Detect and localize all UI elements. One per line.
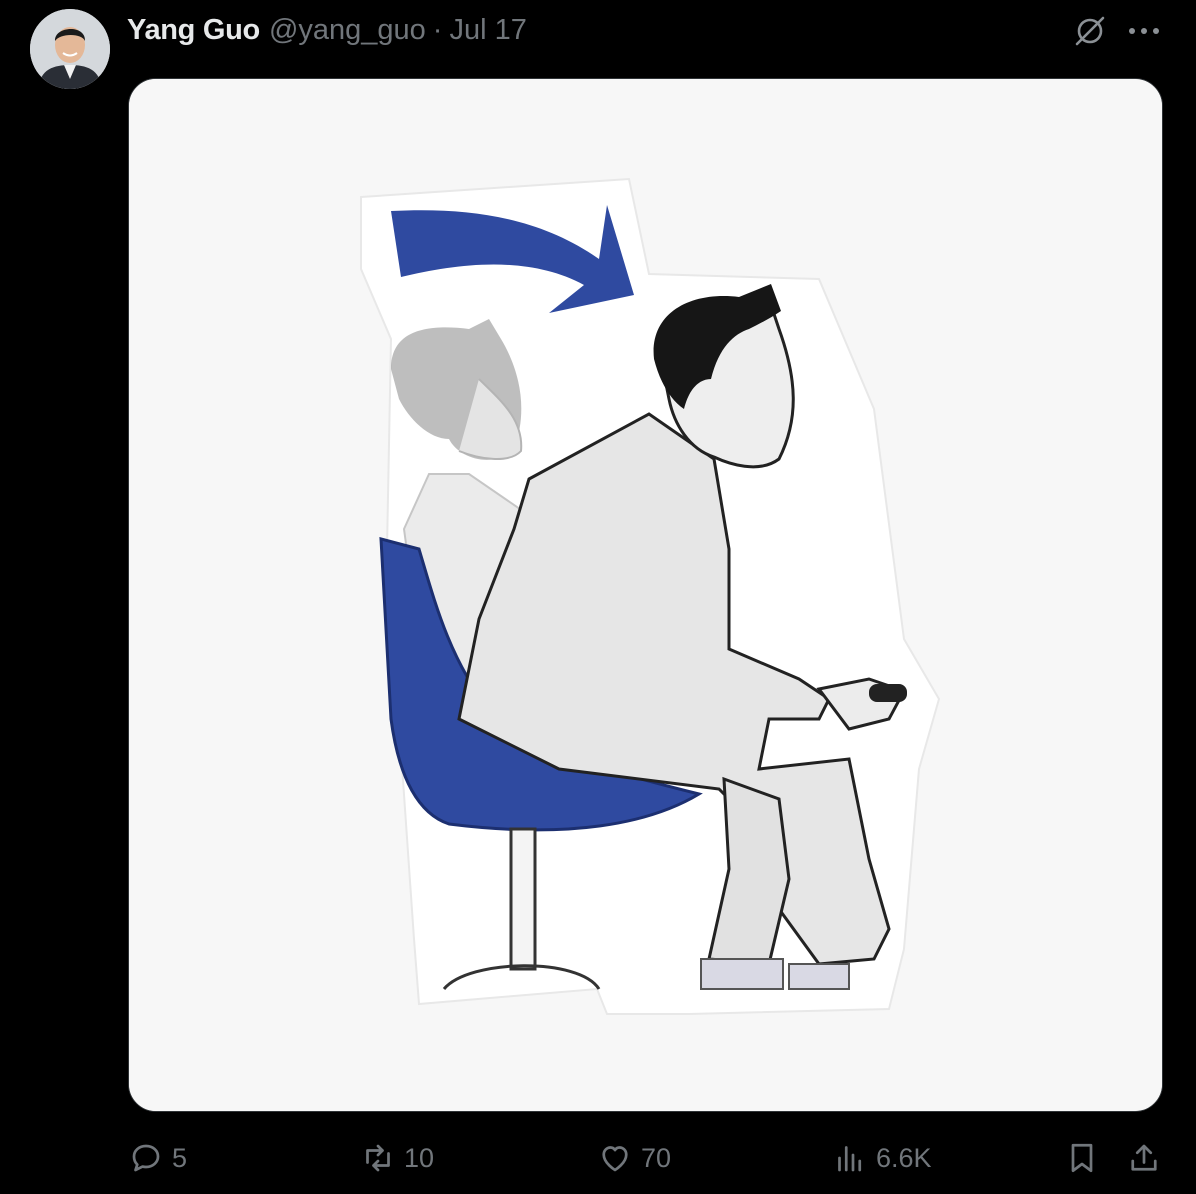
like-count: 70 bbox=[641, 1142, 672, 1173]
grok-icon bbox=[1075, 16, 1105, 46]
separator-dot: · bbox=[432, 13, 443, 46]
grok-button[interactable] bbox=[1071, 12, 1109, 50]
author-display-name[interactable]: Yang Guo bbox=[127, 14, 260, 47]
bookmark-button[interactable] bbox=[1064, 1132, 1108, 1184]
views-button[interactable]: 6.6K bbox=[832, 1132, 932, 1184]
avatar[interactable] bbox=[30, 9, 110, 89]
reply-icon bbox=[132, 1144, 160, 1172]
reply-count: 5 bbox=[172, 1142, 188, 1173]
tweet-timestamp[interactable]: Jul 17 bbox=[449, 14, 526, 47]
share-button[interactable] bbox=[1126, 1132, 1170, 1184]
like-button[interactable]: 70 bbox=[597, 1132, 671, 1184]
heart-icon bbox=[602, 1146, 628, 1172]
views-icon bbox=[838, 1146, 862, 1172]
repost-count: 10 bbox=[404, 1142, 435, 1173]
repost-icon bbox=[366, 1144, 390, 1172]
reply-button[interactable]: 5 bbox=[128, 1132, 187, 1184]
illustration-image bbox=[129, 79, 1162, 1111]
author-handle[interactable]: @yang_guo bbox=[269, 14, 426, 47]
bookmark-icon bbox=[1071, 1143, 1093, 1173]
share-icon bbox=[1131, 1144, 1157, 1171]
tweet-header: Yang Guo @yang_guo · Jul 17 bbox=[127, 10, 527, 50]
view-count: 6.6K bbox=[876, 1142, 932, 1173]
tweet: Yang Guo @yang_guo · Jul 17 5 10 70 6.6K bbox=[0, 0, 1196, 1194]
more-button[interactable] bbox=[1124, 12, 1164, 50]
action-bar: 5 10 70 6.6K bbox=[0, 1132, 1196, 1184]
repost-button[interactable]: 10 bbox=[360, 1132, 434, 1184]
tweet-media[interactable] bbox=[128, 78, 1163, 1112]
more-icon bbox=[1129, 28, 1159, 34]
